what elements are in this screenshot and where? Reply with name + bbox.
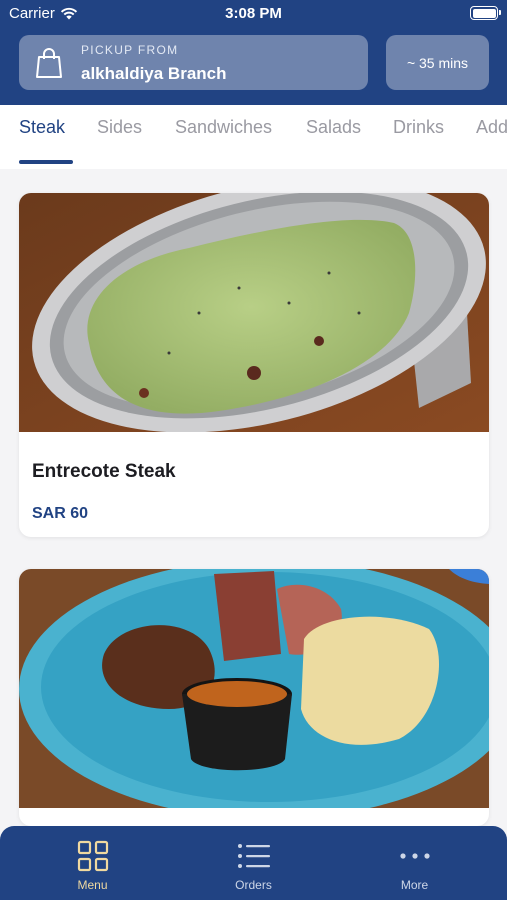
tab-steak[interactable]: Steak bbox=[19, 117, 65, 138]
bottom-nav-bar: Menu Orders More bbox=[0, 826, 507, 900]
nav-menu[interactable]: Menu bbox=[8, 826, 177, 900]
active-tab-indicator bbox=[19, 160, 73, 164]
item-name: Entrecote Steak bbox=[32, 461, 176, 482]
nav-more[interactable]: More bbox=[330, 826, 499, 900]
tab-sides[interactable]: Sides bbox=[97, 117, 142, 138]
nav-orders-label: Orders bbox=[235, 878, 272, 892]
item-price: SAR 60 bbox=[32, 505, 89, 522]
nav-menu-label: Menu bbox=[77, 878, 108, 892]
shopping-bag-icon bbox=[36, 48, 62, 78]
nav-orders[interactable]: Orders bbox=[169, 826, 338, 900]
pickup-label: PICKUP FROM bbox=[81, 43, 179, 57]
tab-add[interactable]: Add bbox=[476, 117, 507, 138]
tab-salads[interactable]: Salads bbox=[306, 117, 361, 138]
tab-drinks[interactable]: Drinks bbox=[393, 117, 444, 138]
more-dots-icon bbox=[399, 853, 430, 859]
clock: 3:08 PM bbox=[225, 5, 282, 22]
grid-icon bbox=[77, 840, 108, 872]
menu-item-card[interactable] bbox=[19, 569, 489, 826]
tab-sandwiches[interactable]: Sandwiches bbox=[175, 117, 272, 138]
pickup-branch-selector[interactable]: PICKUP FROM alkhaldiya Branch bbox=[19, 35, 368, 90]
battery-icon bbox=[470, 6, 501, 20]
branch-name: alkhaldiya Branch bbox=[81, 64, 227, 83]
category-tabs: Steak Sides Sandwiches Salads Drinks Add bbox=[0, 105, 507, 169]
food-photo bbox=[19, 193, 489, 432]
eta-button[interactable]: ~ 35 mins bbox=[386, 35, 489, 90]
status-bar: Carrier 3:08 PM bbox=[0, 0, 507, 28]
food-photo bbox=[19, 569, 489, 808]
menu-item-card[interactable]: Entrecote Steak SAR 60 bbox=[19, 193, 489, 537]
nav-more-label: More bbox=[400, 878, 429, 892]
app-header: Carrier 3:08 PM PICKUP FROM alkhaldiya B… bbox=[0, 0, 507, 105]
list-icon bbox=[237, 844, 270, 868]
